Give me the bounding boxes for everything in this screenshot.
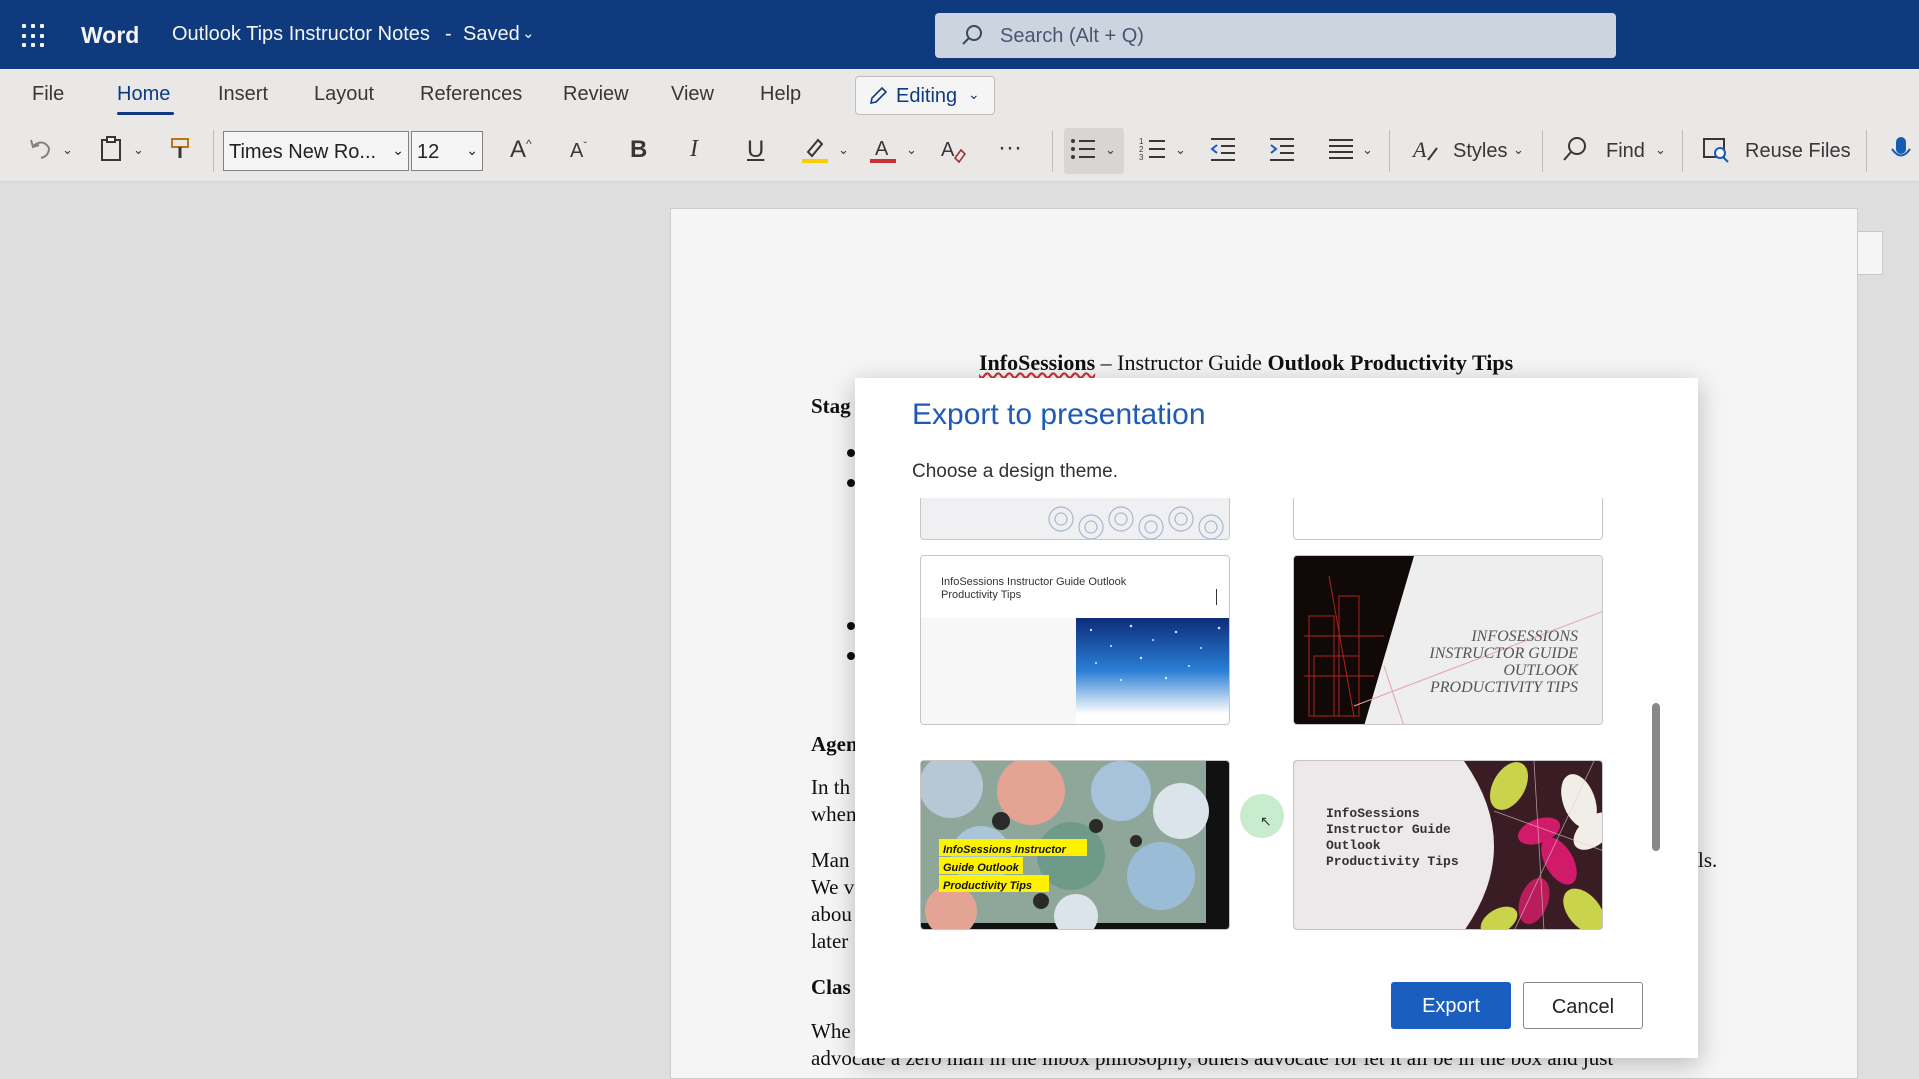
theme-preview-title: Guide Outlook	[943, 862, 1019, 874]
theme-pattern	[921, 498, 1229, 539]
export-label: Export	[1422, 995, 1480, 1017]
theme-preview-title: InfoSessions	[1326, 806, 1420, 821]
export-dialog: Export to presentation Choose a design t…	[855, 378, 1698, 1058]
theme-preview-title: Outlook	[1326, 838, 1381, 853]
theme-preview-title: Productivity Tips	[943, 880, 1033, 892]
theme-preview-title: INFOSESSIONS	[1471, 628, 1578, 645]
dialog-subtitle: Choose a design theme.	[912, 461, 1118, 482]
dialog-title: Export to presentation	[912, 398, 1206, 431]
theme-preview-title: Instructor Guide	[1326, 822, 1451, 837]
export-button[interactable]: Export	[1391, 982, 1511, 1029]
theme-preview-image	[921, 618, 1229, 724]
theme-list-scrollbar[interactable]	[1652, 703, 1660, 851]
theme-preview-title: OUTLOOK	[1503, 662, 1578, 679]
theme-option[interactable]	[1293, 498, 1603, 540]
theme-list[interactable]: InfoSessions Instructor Guide Outlook Pr…	[855, 498, 1698, 958]
theme-option[interactable]: InfoSessions Instructor Guide Outlook Pr…	[1293, 760, 1603, 930]
cancel-label: Cancel	[1551, 996, 1615, 1018]
theme-option[interactable]	[920, 498, 1230, 540]
theme-preview-title: InfoSessions Instructor	[943, 844, 1066, 856]
mouse-pointer-icon: ↖	[1260, 813, 1272, 829]
theme-preview-title: InfoSessions Instructor Guide Outlook Pr…	[941, 576, 1127, 601]
theme-option[interactable]: InfoSessions Instructor Guide Outlook Pr…	[920, 555, 1230, 725]
theme-option[interactable]: INFOSESSIONS INSTRUCTOR GUIDE OUTLOOK PR…	[1293, 555, 1603, 725]
theme-option[interactable]: InfoSessions Instructor Guide Outlook Pr…	[920, 760, 1230, 930]
cancel-button[interactable]: Cancel	[1523, 982, 1643, 1029]
theme-preview-title: INSTRUCTOR GUIDE	[1429, 645, 1578, 662]
theme-preview-title: Productivity Tips	[1326, 854, 1459, 869]
text-cursor	[1216, 589, 1217, 605]
theme-preview-title: PRODUCTIVITY TIPS	[1429, 679, 1578, 696]
